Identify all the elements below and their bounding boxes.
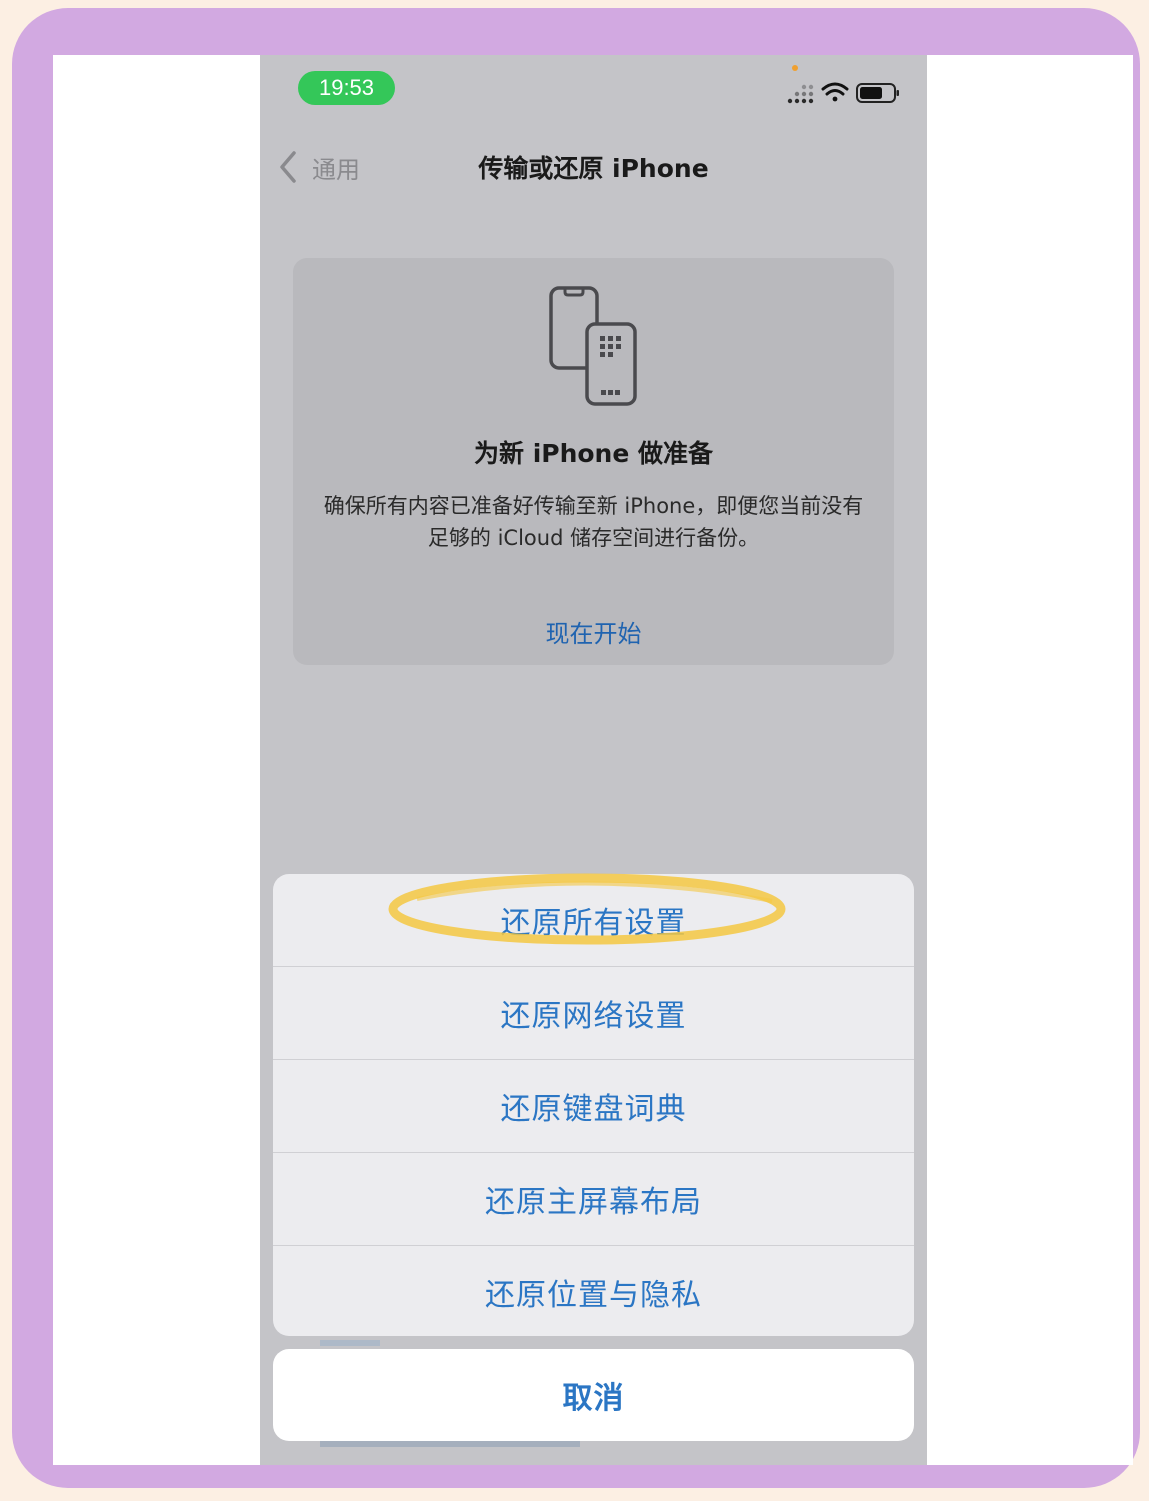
screenshot-canvas: 19:53 通用 传输或还原 iPhone 为新 iPhone 做准备 确保所有…: [53, 55, 1133, 1465]
status-time: 19:53: [298, 71, 395, 105]
reset-network-settings-button[interactable]: 还原网络设置: [273, 967, 914, 1060]
background-list-remnant: [320, 1340, 380, 1346]
privacy-indicator-dot: [792, 65, 798, 71]
reset-all-settings-button[interactable]: 还原所有设置: [273, 874, 914, 967]
cancel-button[interactable]: 取消: [273, 1349, 914, 1441]
phone-transfer-icon: [545, 284, 645, 418]
reset-action-sheet: 还原所有设置 还原网络设置 还原键盘词典 还原主屏幕布局 还原位置与隐私: [273, 874, 914, 1336]
reset-keyboard-dictionary-button[interactable]: 还原键盘词典: [273, 1060, 914, 1153]
prepare-new-iphone-card: 为新 iPhone 做准备 确保所有内容已准备好传输至新 iPhone，即便您当…: [293, 258, 894, 665]
reset-home-screen-layout-button[interactable]: 还原主屏幕布局: [273, 1153, 914, 1246]
wifi-icon: [821, 82, 849, 102]
card-description: 确保所有内容已准备好传输至新 iPhone，即便您当前没有足够的 iCloud …: [323, 494, 864, 550]
card-title: 为新 iPhone 做准备: [473, 439, 714, 468]
status-icons: [783, 77, 903, 107]
get-started-link[interactable]: 现在开始: [293, 614, 894, 649]
phone-screen: 19:53 通用 传输或还原 iPhone 为新 iPhone 做准备 确保所有…: [260, 55, 927, 1465]
reset-location-privacy-button[interactable]: 还原位置与隐私: [273, 1246, 914, 1336]
battery-icon: [856, 83, 899, 103]
decorative-frame: 19:53 通用 传输或还原 iPhone 为新 iPhone 做准备 确保所有…: [12, 8, 1140, 1488]
cellular-signal-icon: [787, 84, 814, 104]
page-title: 传输或还原 iPhone: [478, 154, 709, 183]
